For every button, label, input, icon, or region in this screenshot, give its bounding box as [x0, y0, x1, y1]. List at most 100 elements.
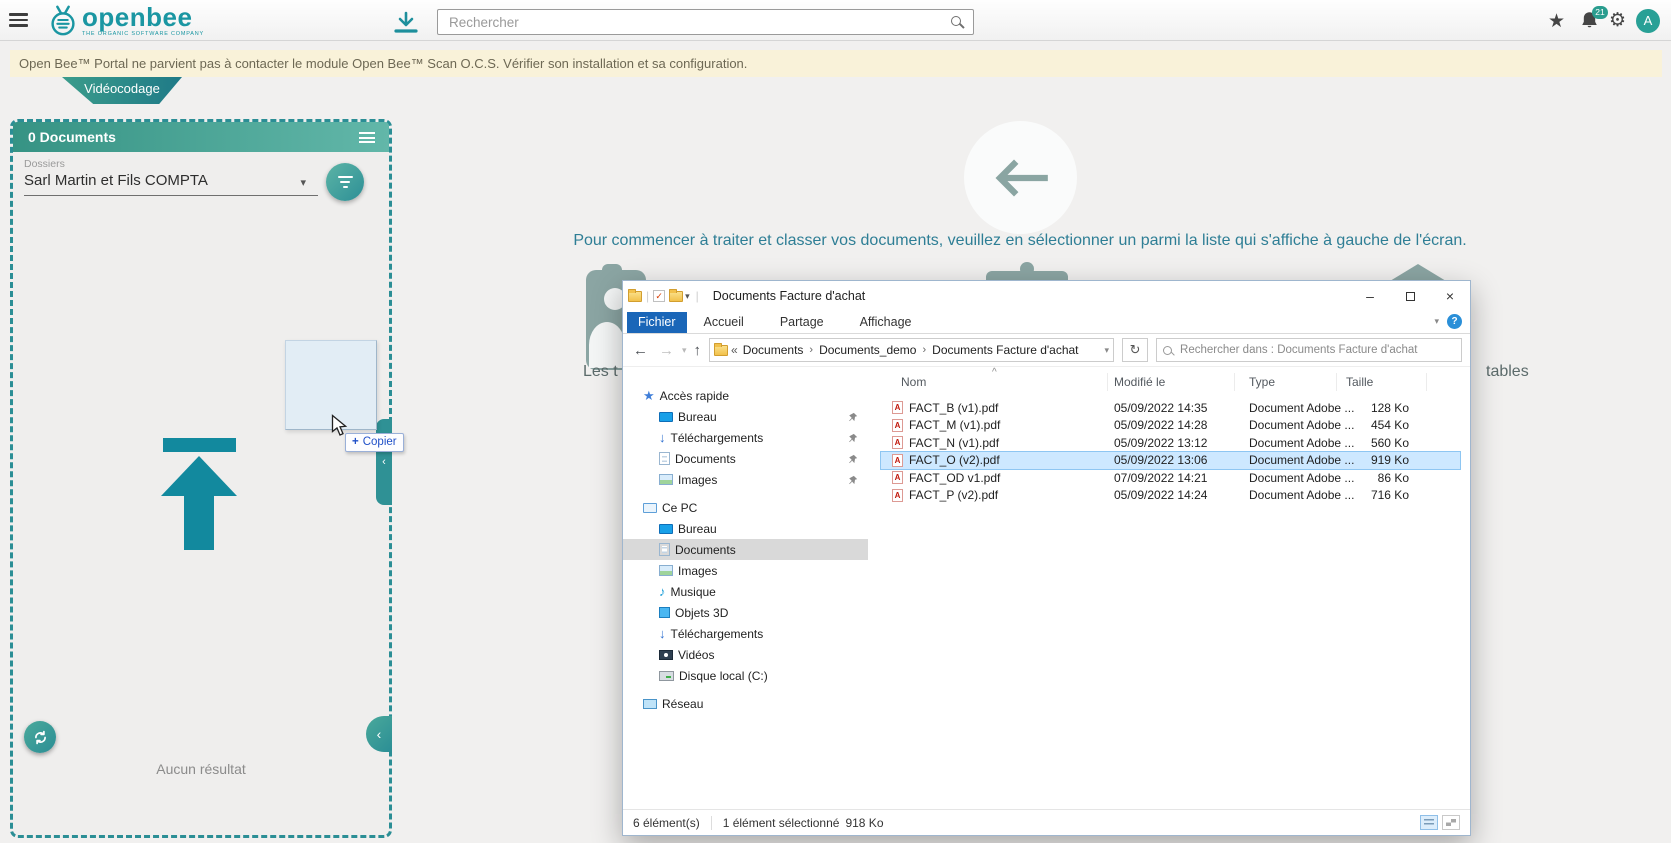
explorer-search-box[interactable]: Rechercher dans : Documents Facture d'ac… [1156, 338, 1462, 362]
details-view-icon[interactable] [1420, 815, 1438, 830]
empty-result-message: Aucun résultat [156, 761, 246, 777]
global-search [437, 9, 974, 35]
separator: | [646, 289, 650, 303]
properties-quick-icon[interactable]: ✓ [653, 290, 666, 302]
search-input[interactable] [438, 10, 973, 34]
pin-icon [848, 411, 858, 425]
nav-pc-videos[interactable]: Vidéos [623, 644, 868, 665]
address-dropdown-icon[interactable]: ▾ [1105, 345, 1110, 356]
pdf-icon: A [892, 418, 903, 432]
file-modified: 05/09/2022 14:28 [1114, 418, 1208, 433]
nav-qa-telechargements[interactable]: ↓ Téléchargements [623, 427, 868, 448]
refresh-button[interactable] [24, 721, 56, 753]
pdf-icon: A [892, 436, 903, 450]
refresh-address-icon[interactable]: ↻ [1122, 338, 1149, 362]
column-header-modifie[interactable]: Modifié le [1114, 375, 1165, 389]
file-row[interactable]: A FACT_M (v1).pdf 05/09/2022 14:28 Document… [881, 417, 1460, 435]
file-modified: 05/09/2022 14:35 [1114, 400, 1208, 415]
tab-partage[interactable]: Partage [769, 312, 835, 333]
nav-pc-musique[interactable]: ♪ Musique [623, 581, 868, 602]
column-header-nom[interactable]: Nom [901, 375, 926, 389]
nav-pc-bureau[interactable]: Bureau [623, 518, 868, 539]
pdf-icon: A [892, 401, 903, 415]
close-button[interactable]: × [1430, 281, 1470, 311]
filter-button[interactable] [326, 163, 364, 201]
file-row[interactable]: A FACT_P (v2).pdf 05/09/2022 14:24 Document… [881, 487, 1460, 505]
file-row-selected[interactable]: A FACT_O (v2).pdf 05/09/2022 13:06 Document… [880, 450, 1461, 470]
minimize-button[interactable]: – [1350, 281, 1390, 311]
chevron-left-icon: ‹ [376, 726, 382, 742]
file-modified: 05/09/2022 14:24 [1114, 488, 1208, 503]
file-size: 454 Ko [1370, 418, 1409, 433]
file-row[interactable]: A FACT_B (v1).pdf 05/09/2022 14:35 Document… [881, 399, 1460, 417]
file-name: FACT_B (v1).pdf [909, 400, 999, 415]
nav-ce-pc[interactable]: Ce PC [623, 497, 868, 518]
breadcrumb-documents-demo[interactable]: Documents_demo [817, 343, 918, 357]
settings-gear-icon[interactable]: ⚙ [1609, 9, 1626, 32]
file-row[interactable]: A FACT_N (v1).pdf 05/09/2022 13:12 Document… [881, 434, 1460, 452]
column-header-type[interactable]: Type [1249, 375, 1275, 389]
nav-forward-icon[interactable]: → [659, 342, 674, 359]
nav-label: Bureau [678, 409, 717, 424]
tab-accueil[interactable]: Accueil [693, 312, 755, 333]
nav-up-icon[interactable]: ↑ [694, 342, 702, 359]
thumbnails-view-icon[interactable] [1442, 815, 1460, 830]
nav-reseau[interactable]: Réseau [623, 693, 868, 714]
nav-pc-telechargements[interactable]: ↓ Téléchargements [623, 623, 868, 644]
breadcrumb-documents[interactable]: Documents [741, 343, 806, 357]
explorer-ribbon: Fichier Accueil Partage Affichage ▾ ? [623, 311, 1470, 334]
quick-toolbar-caret-icon[interactable]: ▾ [685, 291, 690, 302]
user-avatar[interactable]: A [1636, 9, 1660, 33]
tab-videocodage[interactable]: Vidéocodage [62, 77, 182, 104]
help-icon[interactable]: ? [1447, 314, 1462, 329]
arrow-illustration [1390, 264, 1446, 281]
nav-qa-documents[interactable]: Documents [623, 448, 868, 469]
maximize-button[interactable] [1390, 281, 1430, 311]
search-icon[interactable] [951, 16, 961, 26]
folder-icon [714, 342, 729, 356]
file-size: 919 Ko [1370, 453, 1409, 468]
history-dropdown-icon[interactable]: ▾ [682, 345, 687, 356]
menu-icon[interactable] [9, 13, 28, 28]
new-folder-quick-icon[interactable] [669, 288, 684, 302]
nav-back-icon[interactable]: ← [633, 342, 648, 359]
logo-text: openbee [82, 2, 193, 32]
nav-pc-images[interactable]: Images [623, 560, 868, 581]
nav-pc-objets-3d[interactable]: Objets 3D [623, 602, 868, 623]
expand-ribbon-icon[interactable]: ▾ [1434, 316, 1439, 327]
tab-affichage[interactable]: Affichage [849, 312, 923, 333]
folders-select-value: Sarl Martin et Fils COMPTA [24, 172, 208, 189]
explorer-titlebar[interactable]: | ✓ ▾ | Documents Facture d'achat – × [623, 281, 1470, 311]
nav-qa-images[interactable]: Images [623, 469, 868, 490]
favorites-star-icon[interactable]: ★ [1548, 10, 1565, 33]
nav-quick-access[interactable]: ★ Accès rapide [623, 385, 868, 406]
document-icon [659, 543, 670, 556]
file-size: 128 Ko [1370, 400, 1409, 415]
file-name: FACT_O (v2).pdf [909, 453, 1000, 468]
music-note-icon: ♪ [659, 584, 666, 599]
address-box[interactable]: « Documents › Documents_demo › Documents… [709, 338, 1115, 362]
search-icon [1163, 345, 1173, 355]
download-icon[interactable] [392, 11, 420, 35]
file-type: Document Adobe ... [1249, 453, 1355, 468]
panel-collapse-handle[interactable]: ‹ [376, 419, 392, 505]
panel-list-icon[interactable] [359, 132, 375, 146]
folders-label: Dossiers [24, 158, 65, 170]
nav-pc-disque-c[interactable]: Disque local (C:) [623, 665, 868, 686]
file-explorer-window: | ✓ ▾ | Documents Facture d'achat – × Fi… [622, 280, 1471, 836]
folders-select[interactable]: Sarl Martin et Fils COMPTA ▾ [24, 172, 318, 196]
explorer-app-icon [628, 288, 642, 302]
sort-ascending-icon: ^ [992, 367, 997, 378]
explorer-status-bar: 6 élément(s) 1 élément sélectionné 918 K… [623, 809, 1470, 835]
file-name: FACT_P (v2).pdf [909, 488, 999, 503]
nav-pc-documents[interactable]: Documents [623, 539, 868, 560]
logo-tagline: THE ORGANIC SOFTWARE COMPANY [82, 31, 205, 37]
breadcrumb-facture-achat[interactable]: Documents Facture d'achat [930, 343, 1080, 357]
nav-qa-bureau[interactable]: Bureau [623, 406, 868, 427]
file-size: 716 Ko [1370, 488, 1409, 503]
openbee-logo[interactable]: openbee THE ORGANIC SOFTWARE COMPANY [46, 2, 204, 40]
column-header-taille[interactable]: Taille [1346, 375, 1373, 389]
tab-fichier[interactable]: Fichier [627, 312, 687, 333]
file-row[interactable]: A FACT_OD v1.pdf 07/09/2022 14:21 Document … [881, 469, 1460, 487]
pdf-icon: A [892, 453, 903, 467]
